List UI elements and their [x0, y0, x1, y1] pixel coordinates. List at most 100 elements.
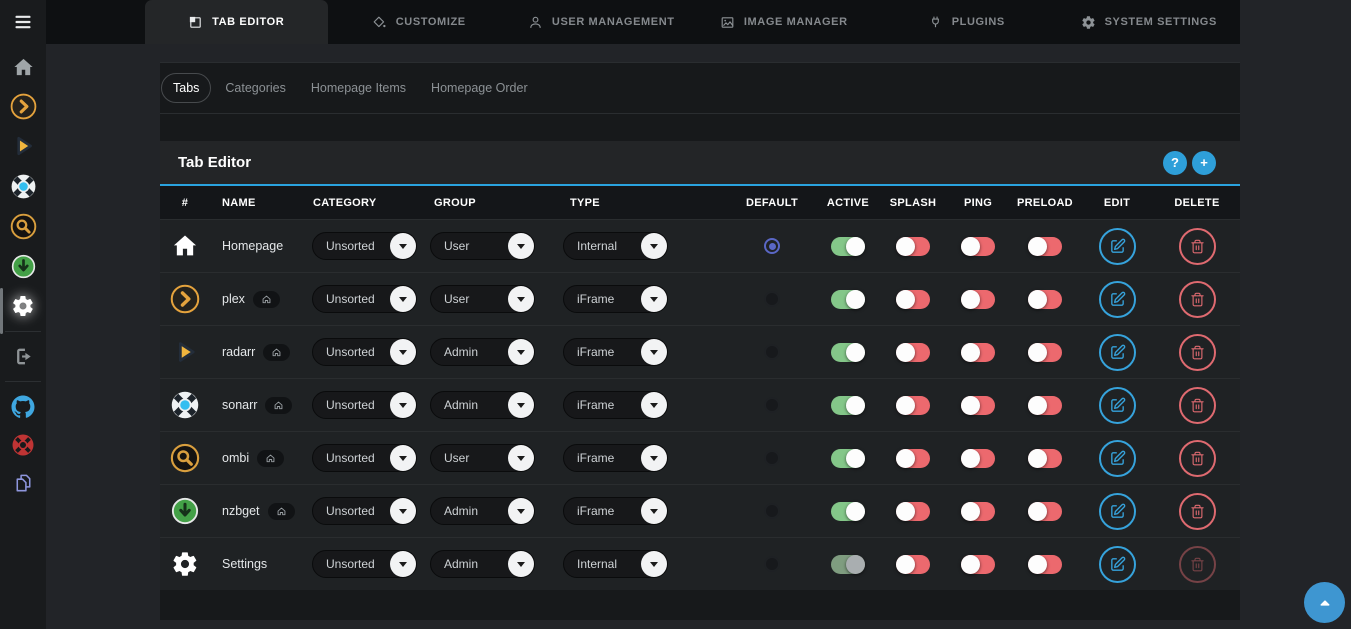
table-row-settings: SettingsUnsortedAdminInternal — [160, 537, 1240, 590]
preload-toggle[interactable] — [1028, 343, 1062, 362]
help-button[interactable]: ? — [1163, 151, 1187, 175]
active-toggle[interactable] — [831, 396, 865, 415]
ping-toggle[interactable] — [961, 290, 995, 309]
preload-toggle[interactable] — [1028, 502, 1062, 521]
group-select[interactable]: User — [430, 444, 535, 472]
delete-button[interactable] — [1179, 281, 1216, 318]
splash-toggle[interactable] — [896, 290, 930, 309]
active-toggle[interactable] — [831, 449, 865, 468]
type-select[interactable]: iFrame — [563, 285, 668, 313]
group-select[interactable]: Admin — [430, 391, 535, 419]
top-tab-user-management[interactable]: USER MANAGEMENT — [510, 0, 693, 44]
active-toggle[interactable] — [831, 502, 865, 521]
default-radio[interactable] — [764, 503, 780, 519]
sidebar-item-plex[interactable] — [0, 86, 46, 126]
add-tab-button[interactable]: + — [1192, 151, 1216, 175]
category-select[interactable]: Unsorted — [312, 444, 417, 472]
splash-toggle[interactable] — [896, 396, 930, 415]
splash-toggle[interactable] — [896, 343, 930, 362]
group-select[interactable]: User — [430, 285, 535, 313]
type-select[interactable]: iFrame — [563, 497, 668, 525]
default-radio[interactable] — [764, 397, 780, 413]
active-toggle[interactable] — [831, 343, 865, 362]
category-select[interactable]: Unsorted — [312, 550, 417, 578]
edit-button[interactable] — [1099, 546, 1136, 583]
delete-button[interactable] — [1179, 387, 1216, 424]
group-select[interactable]: User — [430, 232, 535, 260]
top-tab-label: IMAGE MANAGER — [744, 16, 848, 28]
top-tab-system-settings[interactable]: SYSTEM SETTINGS — [1058, 0, 1241, 44]
sidebar-item-radarr[interactable] — [0, 126, 46, 166]
type-select[interactable]: iFrame — [563, 444, 668, 472]
preload-toggle[interactable] — [1028, 237, 1062, 256]
active-toggle[interactable] — [831, 290, 865, 309]
splash-toggle[interactable] — [896, 237, 930, 256]
type-select[interactable]: Internal — [563, 232, 668, 260]
category-select[interactable]: Unsorted — [312, 338, 417, 366]
preload-toggle[interactable] — [1028, 449, 1062, 468]
ping-toggle[interactable] — [961, 555, 995, 574]
ping-toggle[interactable] — [961, 449, 995, 468]
category-select[interactable]: Unsorted — [312, 285, 417, 313]
top-tab-image-manager[interactable]: IMAGE MANAGER — [693, 0, 876, 44]
group-select[interactable]: Admin — [430, 338, 535, 366]
default-radio[interactable] — [764, 556, 780, 572]
edit-button[interactable] — [1099, 281, 1136, 318]
subtab-homepage-items[interactable]: Homepage Items — [311, 81, 406, 95]
type-select[interactable]: Internal — [563, 550, 668, 578]
sidebar-item-settings[interactable] — [0, 286, 46, 326]
delete-button[interactable] — [1179, 228, 1216, 265]
type-select[interactable]: iFrame — [563, 391, 668, 419]
default-radio[interactable] — [764, 344, 780, 360]
edit-button[interactable] — [1099, 493, 1136, 530]
splash-toggle[interactable] — [896, 502, 930, 521]
subtab-categories[interactable]: Categories — [225, 81, 285, 95]
splash-toggle[interactable] — [896, 449, 930, 468]
sidebar-item-logout[interactable] — [0, 336, 46, 376]
type-select[interactable]: iFrame — [563, 338, 668, 366]
ping-toggle[interactable] — [961, 396, 995, 415]
active-toggle[interactable] — [831, 237, 865, 256]
delete-button[interactable] — [1179, 493, 1216, 530]
sidebar-item-home[interactable] — [0, 47, 46, 87]
edit-button[interactable] — [1099, 228, 1136, 265]
preload-toggle[interactable] — [1028, 555, 1062, 574]
splash-toggle[interactable] — [896, 555, 930, 574]
scroll-top-button[interactable] — [1304, 582, 1345, 623]
sidebar-item-support[interactable] — [0, 425, 46, 465]
top-tab-tab-editor[interactable]: TAB EDITOR — [145, 0, 328, 44]
category-select[interactable]: Unsorted — [312, 391, 417, 419]
sidebar-scrollbar[interactable] — [0, 288, 3, 334]
preload-toggle[interactable] — [1028, 290, 1062, 309]
default-radio[interactable] — [764, 238, 780, 254]
default-radio[interactable] — [764, 450, 780, 466]
category-select[interactable]: Unsorted — [312, 497, 417, 525]
ping-toggle[interactable] — [961, 237, 995, 256]
chevron-down-icon — [641, 392, 667, 418]
group-select[interactable]: Admin — [430, 550, 535, 578]
chevron-down-icon — [641, 233, 667, 259]
sidebar-item-sonarr[interactable] — [0, 166, 46, 206]
delete-button[interactable] — [1179, 440, 1216, 477]
sidebar-item-github[interactable] — [0, 387, 46, 427]
ping-toggle[interactable] — [961, 502, 995, 521]
top-tab-plugins[interactable]: PLUGINS — [875, 0, 1058, 44]
subtab-homepage-order[interactable]: Homepage Order — [431, 81, 528, 95]
arrow-up-icon — [1316, 594, 1334, 612]
sidebar-item-nzbget[interactable] — [0, 246, 46, 286]
edit-button[interactable] — [1099, 387, 1136, 424]
group-select[interactable]: Admin — [430, 497, 535, 525]
delete-button[interactable] — [1179, 334, 1216, 371]
sidebar-item-menu-toggle[interactable] — [0, 2, 46, 42]
category-select[interactable]: Unsorted — [312, 232, 417, 260]
sidebar-item-docs[interactable] — [0, 463, 46, 503]
preload-toggle[interactable] — [1028, 396, 1062, 415]
edit-button[interactable] — [1099, 440, 1136, 477]
top-tab-customize[interactable]: CUSTOMIZE — [328, 0, 511, 44]
sidebar-item-ombi[interactable] — [0, 206, 46, 246]
active-toggle[interactable] — [831, 555, 865, 574]
default-radio[interactable] — [764, 291, 780, 307]
subtab-tabs[interactable]: Tabs — [161, 73, 211, 103]
ping-toggle[interactable] — [961, 343, 995, 362]
edit-button[interactable] — [1099, 334, 1136, 371]
